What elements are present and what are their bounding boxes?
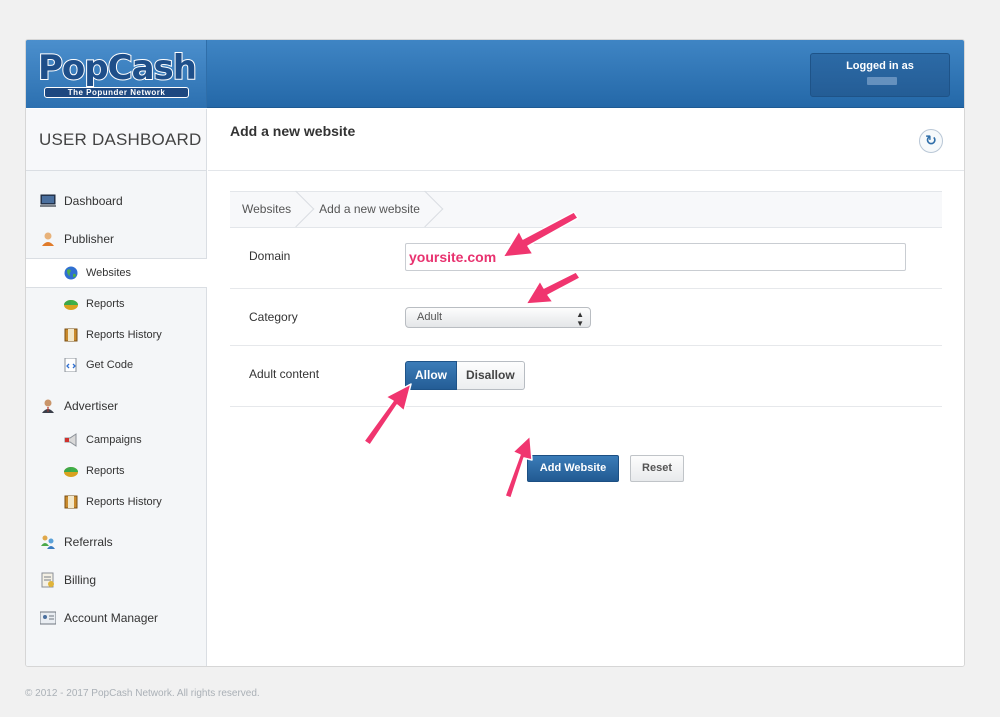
refresh-icon: ↻ [925, 132, 937, 148]
sidebar-item-label: Get Code [86, 359, 134, 371]
sidebar-item-advertiser[interactable]: Advertiser [26, 391, 207, 421]
sidebar-item-label: Dashboard [64, 194, 123, 208]
category-select[interactable]: Adult ▲ ▼ [405, 307, 591, 328]
sidebar-item-label: Websites [86, 267, 132, 279]
select-arrows-icon: ▲ ▼ [576, 310, 584, 328]
sidebar-item-account-manager[interactable]: Account Manager [26, 603, 207, 633]
sidebar-item-label: Reports History [86, 329, 162, 341]
category-label: Category [249, 310, 298, 324]
allow-button[interactable]: Allow [405, 361, 457, 390]
user-icon [40, 231, 56, 247]
sidebar-item-advertiser-reports-history[interactable]: Reports History [26, 487, 207, 517]
reset-button[interactable]: Reset [630, 455, 684, 482]
breadcrumb: Websites Add a new website [230, 191, 942, 228]
billing-icon [40, 572, 56, 588]
category-selected-value: Adult [417, 311, 443, 323]
add-website-button[interactable]: Add Website [527, 455, 619, 482]
adult-content-toggle: Allow Disallow [405, 361, 525, 390]
category-row: Category Adult ▲ ▼ [230, 289, 942, 346]
sidebar-item-dashboard[interactable]: Dashboard [26, 186, 207, 216]
sidebar-item-label: Campaigns [86, 434, 142, 446]
sidebar-item-label: Account Manager [64, 611, 159, 625]
account-manager-icon [39, 610, 57, 626]
chart-icon [64, 464, 78, 478]
domain-input[interactable] [405, 243, 906, 271]
chart-icon [64, 297, 78, 311]
megaphone-icon [64, 433, 78, 447]
sidebar-item-label: Reports [86, 298, 125, 310]
user-account-box[interactable]: Logged in as [810, 53, 950, 97]
sidebar-item-publisher-reports[interactable]: Reports [26, 289, 207, 319]
sidebar-item-label: Reports [86, 465, 125, 477]
adult-content-row: Adult content Allow Disallow [230, 346, 942, 407]
logo-tagline: The Popunder Network [44, 87, 189, 98]
page-header: Add a new website ↻ [208, 109, 964, 171]
breadcrumb-add-website: Add a new website [309, 191, 438, 228]
sidebar-item-publisher-reports-history[interactable]: Reports History [26, 320, 207, 350]
sidebar: USER DASHBOARD Dashboard Publisher Websi… [26, 109, 207, 666]
referrals-icon [40, 534, 56, 550]
logo-wordmark: PopCash [37, 48, 198, 88]
sidebar-item-advertiser-reports[interactable]: Reports [26, 456, 207, 486]
sidebar-item-label: Billing [64, 573, 97, 587]
footer-copyright: © 2012 - 2017 PopCash Network. All right… [25, 688, 260, 699]
code-icon [64, 357, 78, 373]
logged-in-label: Logged in as [846, 60, 914, 72]
sidebar-item-campaigns[interactable]: Campaigns [26, 425, 207, 455]
sidebar-item-label: Reports History [86, 496, 162, 508]
sidebar-item-websites[interactable]: Websites [26, 258, 207, 288]
sidebar-item-get-code[interactable]: Get Code [26, 350, 207, 380]
domain-row: Domain [230, 228, 942, 289]
advertiser-icon [40, 398, 56, 414]
globe-icon [64, 266, 78, 280]
brand-logo[interactable]: PopCash The Popunder Network [26, 40, 207, 108]
monitor-icon [40, 193, 56, 209]
sidebar-item-label: Referrals [64, 535, 113, 549]
sidebar-title: USER DASHBOARD [26, 109, 206, 171]
sidebar-item-publisher[interactable]: Publisher [26, 224, 207, 254]
disallow-button[interactable]: Disallow [457, 361, 525, 390]
username-redacted [867, 77, 897, 85]
sidebar-item-referrals[interactable]: Referrals [26, 527, 207, 557]
main-content: Add a new website ↻ Websites Add a new w… [208, 109, 964, 666]
breadcrumb-websites[interactable]: Websites [230, 191, 309, 228]
top-header-bar: PopCash The Popunder Network Logged in a… [26, 40, 964, 108]
app-frame: PopCash The Popunder Network Logged in a… [25, 39, 965, 667]
sidebar-item-label: Advertiser [64, 399, 119, 413]
sidebar-item-billing[interactable]: Billing [26, 565, 207, 595]
sidebar-item-label: Publisher [64, 232, 115, 246]
history-icon [64, 495, 78, 509]
history-icon [64, 328, 78, 342]
domain-label: Domain [249, 249, 291, 263]
refresh-button[interactable]: ↻ [919, 129, 943, 153]
adult-content-label: Adult content [249, 367, 320, 381]
page-title: Add a new website [230, 123, 356, 139]
